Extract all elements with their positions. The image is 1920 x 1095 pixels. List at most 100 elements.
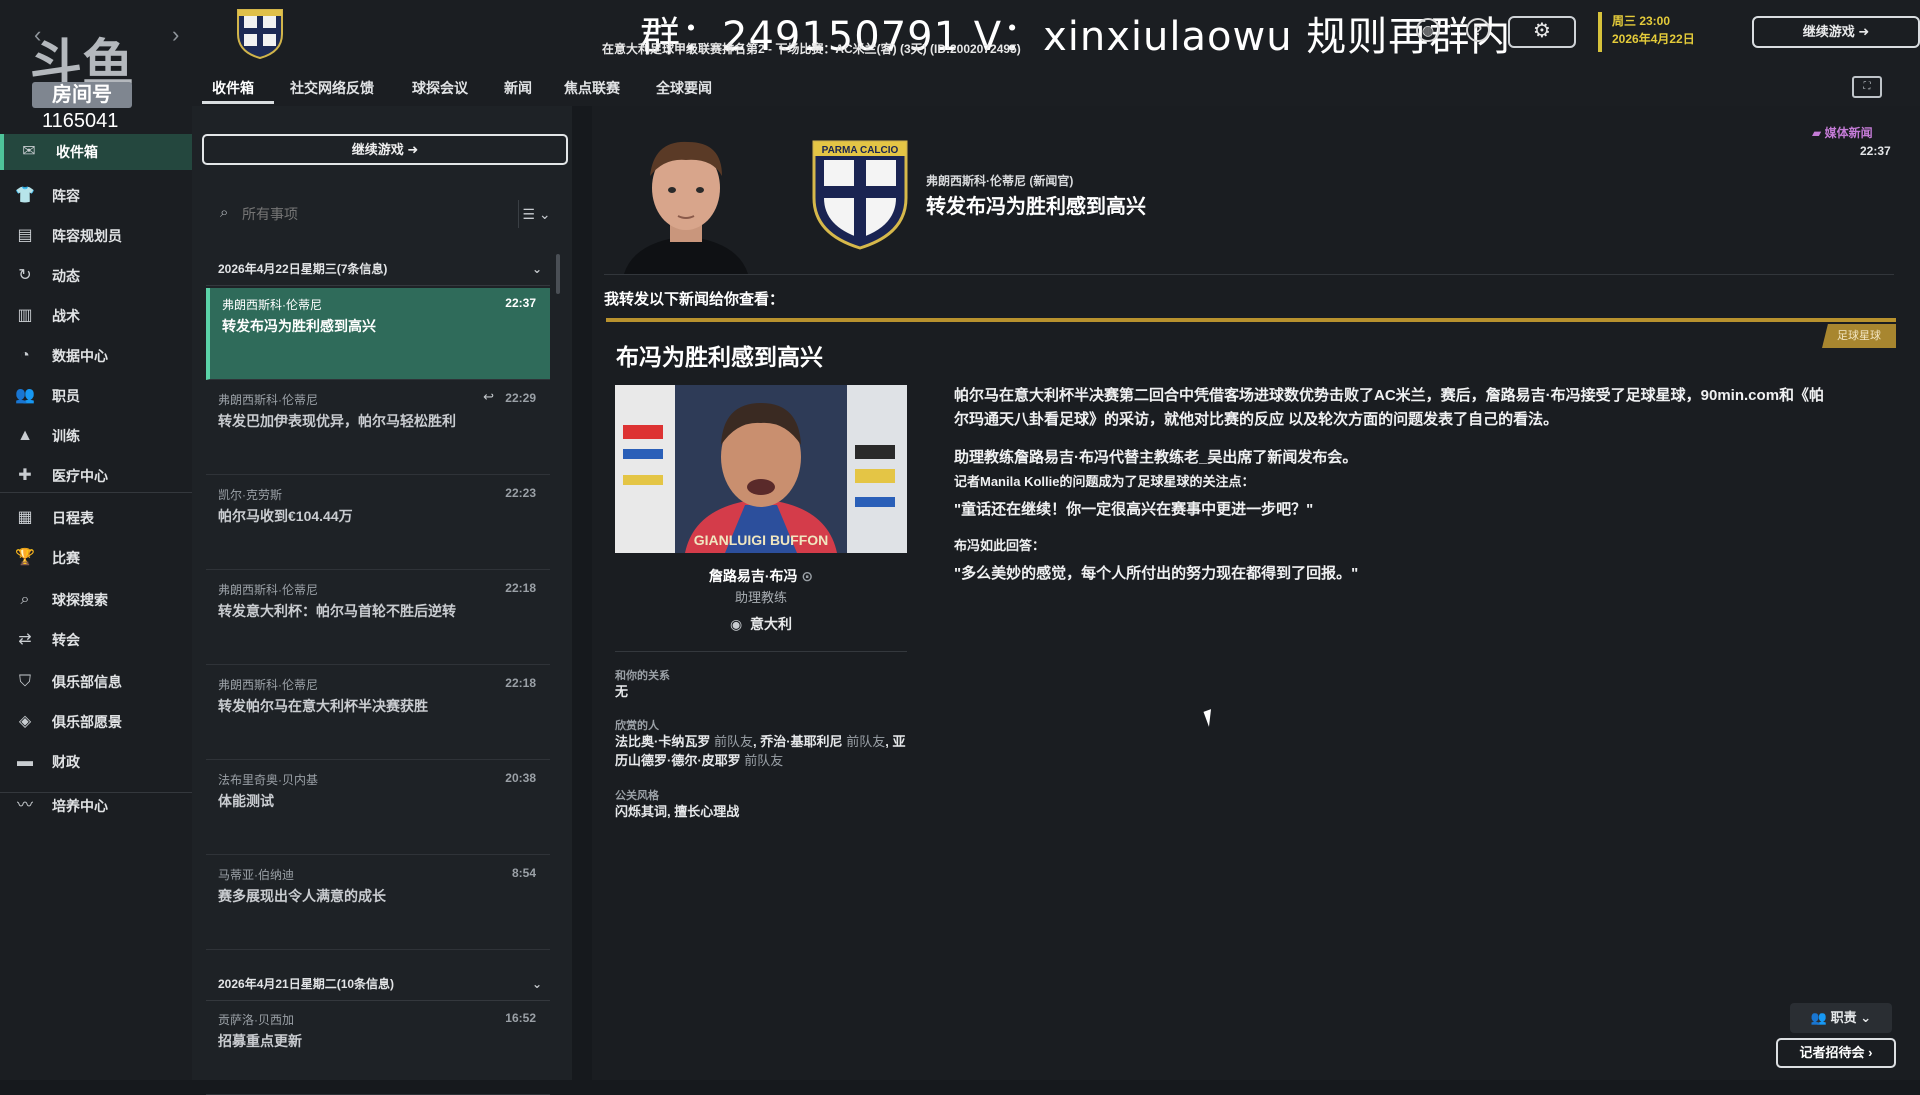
filter-menu-button[interactable]: ☰ ⌄ bbox=[518, 200, 554, 228]
article-accent-bar bbox=[606, 318, 1896, 322]
sidebar-item-label: 俱乐部愿景 bbox=[52, 714, 122, 730]
message-time: 16:52 bbox=[505, 1011, 536, 1025]
article-paragraph: 帕尔马在意大利杯半决赛第二回合中凭借客场进球数优势击败了AC米兰，赛后，詹路易吉… bbox=[954, 387, 1825, 428]
sidebar-item-7[interactable]: ▲ 训练 bbox=[0, 418, 192, 454]
continue-game-button[interactable]: 继续游戏 ➜ bbox=[1752, 16, 1920, 48]
sidebar-item-3[interactable]: ↻ 动态 bbox=[0, 258, 192, 294]
tab-3[interactable]: 新闻 bbox=[504, 78, 532, 98]
arrow-right-circle-icon: ➜ bbox=[407, 142, 419, 157]
admired-label: 欣赏的人 bbox=[615, 720, 659, 732]
inbox-message[interactable]: 马蒂亚·伯纳迪 8:54 赛多展现出令人满意的成长 bbox=[206, 858, 550, 950]
message-sender: 弗朗西斯科·伦蒂尼 bbox=[218, 393, 318, 407]
tab-4[interactable]: 焦点联赛 bbox=[564, 78, 620, 98]
message-subject: 转发帕尔马在意大利杯半决赛获胜 bbox=[218, 698, 428, 714]
sidebar-item-12[interactable]: ⇄ 转会 bbox=[0, 622, 192, 658]
sidebar-item-label: 阵容 bbox=[52, 188, 80, 204]
sidebar-item-label: 财政 bbox=[52, 754, 80, 770]
parma-calcio-crest: PARMA CALCIO bbox=[812, 140, 908, 250]
sidebar-item-4[interactable]: ▥ 战术 bbox=[0, 298, 192, 334]
inbox-icon: ✉ bbox=[22, 143, 36, 160]
inbox-message[interactable]: 弗朗西斯科·伦蒂尼 22:29 转发巴加伊表现优异，帕尔马轻松胜利 ↩ bbox=[206, 383, 550, 475]
message-sender[interactable]: 弗朗西斯科·伦蒂尼 (新闻官) bbox=[926, 172, 1073, 189]
article-paragraph: "童话还在继续！你一定很高兴在赛事中更进一步吧？" bbox=[954, 501, 1314, 518]
admired-people: 法比奥·卡纳瓦罗 前队友, 乔治·基耶利尼 前队友, 亚历山德罗·德尔·皮耶罗 … bbox=[615, 732, 907, 770]
divider bbox=[615, 651, 907, 652]
continue-game-button-secondary[interactable]: 继续游戏 ➜ bbox=[202, 134, 568, 165]
press-label: 记者招待会 bbox=[1799, 1045, 1865, 1060]
sender-photo[interactable] bbox=[604, 124, 768, 274]
inbox-message[interactable]: 弗朗西斯科·伦蒂尼 22:37 转发布冯为胜利感到高兴 bbox=[206, 288, 550, 380]
inbox-message[interactable]: 法布里奇奥·贝内基 20:38 体能测试 bbox=[206, 763, 550, 855]
sidebar-item-label: 培养中心 bbox=[52, 798, 108, 814]
svg-text:PARMA CALCIO: PARMA CALCIO bbox=[822, 145, 899, 156]
article-title: 布冯为胜利感到高兴 bbox=[616, 344, 823, 370]
reply-icon: ↩ bbox=[483, 389, 494, 404]
date-group-header[interactable]: 2026年4月21日星期二(10条信息) ⌄ bbox=[206, 967, 550, 1001]
tab-2[interactable]: 球探会议 bbox=[412, 78, 468, 98]
tab-1[interactable]: 社交网络反馈 bbox=[290, 78, 374, 98]
inbox-message[interactable]: 弗朗西斯科·伦蒂尼 22:18 转发帕尔马在意大利杯半决赛获胜 bbox=[206, 668, 550, 760]
settings-button[interactable]: ⚙ bbox=[1508, 16, 1576, 48]
fullscreen-icon[interactable]: ⛶ bbox=[1852, 76, 1882, 98]
sidebar-item-13[interactable]: ⛉ 俱乐部信息 bbox=[0, 664, 192, 700]
sidebar-item-label: 训练 bbox=[52, 428, 80, 444]
message-time: 22:18 bbox=[505, 581, 536, 595]
clipboard-icon: ▤ bbox=[17, 227, 33, 244]
date-group-header[interactable]: 2026年4月22日星期三(7条信息) ⌄ bbox=[206, 252, 550, 286]
sidebar-item-2[interactable]: ▤ 阵容规划员 bbox=[0, 218, 192, 254]
day-time: 周三 23:00 bbox=[1612, 14, 1671, 28]
current-date: 2026年4月22日 bbox=[1612, 32, 1695, 46]
sidebar-item-15[interactable]: ▬ 财政 bbox=[0, 744, 192, 780]
person-name[interactable]: 詹路易吉·布冯 ⊙ bbox=[615, 566, 907, 586]
sidebar-item-label: 阵容规划员 bbox=[52, 228, 122, 244]
sidebar-item-9[interactable]: ▦ 日程表 bbox=[0, 500, 192, 536]
streamer-logo-overlay: 斗鱼 房间号 1165041 bbox=[0, 0, 190, 132]
calendar-icon: ▦ bbox=[17, 509, 33, 526]
list-scrollbar[interactable] bbox=[556, 254, 560, 294]
sidebar-item-label: 球探搜索 bbox=[52, 592, 108, 608]
help-icon[interactable]: ? bbox=[1466, 18, 1490, 42]
role-dropdown-button[interactable]: 👥 职责 ⌄ bbox=[1790, 1003, 1892, 1033]
sidebar-item-0[interactable]: ✉ 收件箱 bbox=[0, 134, 192, 170]
sidebar-item-1[interactable]: 👕 阵容 bbox=[0, 178, 192, 214]
message-subject: 赛多展现出令人满意的成长 bbox=[218, 888, 386, 904]
forward-arrow-icon[interactable]: › bbox=[172, 22, 179, 48]
chevron-down-icon: ⌄ bbox=[531, 262, 542, 276]
admired-person-name[interactable]: 乔治·基耶利尼 bbox=[760, 734, 842, 749]
training-icon: ▲ bbox=[17, 427, 33, 444]
sidebar-item-11[interactable]: ⌕ 球探搜索 bbox=[0, 582, 192, 618]
sidebar-item-5[interactable]: ◔ 数据中心 bbox=[0, 338, 192, 374]
person-name-text: 詹路易吉·布冯 bbox=[708, 568, 798, 584]
news-icon: ▰ bbox=[1812, 126, 1822, 140]
inbox-message[interactable]: 贡萨洛·贝西加 16:52 招募重点更新 bbox=[206, 1003, 550, 1095]
press-conference-button[interactable]: 记者招待会 › bbox=[1776, 1038, 1896, 1068]
dynamics-icon: ↻ bbox=[18, 267, 32, 284]
search-icon: ⌕ bbox=[20, 591, 30, 608]
divider bbox=[604, 274, 1894, 275]
message-time: 22:18 bbox=[505, 676, 536, 690]
tab-0[interactable]: 收件箱 bbox=[212, 78, 254, 98]
relationship-label: 和你的关系 bbox=[615, 670, 670, 682]
sidebar-item-10[interactable]: 🏆 比赛 bbox=[0, 540, 192, 576]
chevron-down-icon: ⌄ bbox=[1860, 1010, 1872, 1025]
date-group-label: 2026年4月22日星期三(7条信息) bbox=[218, 262, 388, 276]
globe-icon[interactable]: ◍ bbox=[1416, 18, 1440, 42]
message-time: 22:29 bbox=[505, 391, 536, 405]
back-arrow-icon[interactable]: ‹ bbox=[34, 22, 41, 48]
inbox-message[interactable]: 弗朗西斯科·伦蒂尼 22:18 转发意大利杯：帕尔马首轮不胜后逆转 bbox=[206, 573, 550, 665]
vision-icon: ◈ bbox=[18, 713, 32, 730]
message-sender: 弗朗西斯科·伦蒂尼 bbox=[218, 583, 318, 597]
nationality-label: 意大利 bbox=[750, 616, 792, 632]
sidebar-item-16[interactable]: 〰 培养中心 bbox=[0, 788, 192, 824]
sidebar-item-14[interactable]: ◈ 俱乐部愿景 bbox=[0, 704, 192, 740]
club-crest-icon[interactable] bbox=[234, 4, 286, 60]
tab-5[interactable]: 全球要闻 bbox=[656, 78, 712, 98]
inbox-message[interactable]: 凯尔·克劳斯 22:23 帕尔马收到€104.44万 bbox=[206, 478, 550, 570]
arrow-right-circle-icon: ➜ bbox=[1858, 24, 1870, 39]
message-sender: 弗朗西斯科·伦蒂尼 bbox=[222, 298, 322, 312]
search-input[interactable] bbox=[242, 202, 492, 226]
sidebar-item-6[interactable]: 👥 职员 bbox=[0, 378, 192, 414]
admired-person-name[interactable]: 法比奥·卡纳瓦罗 bbox=[615, 734, 710, 749]
shirt-icon: 👕 bbox=[15, 187, 35, 204]
sidebar-item-8[interactable]: ✚ 医疗中心 bbox=[0, 458, 192, 494]
